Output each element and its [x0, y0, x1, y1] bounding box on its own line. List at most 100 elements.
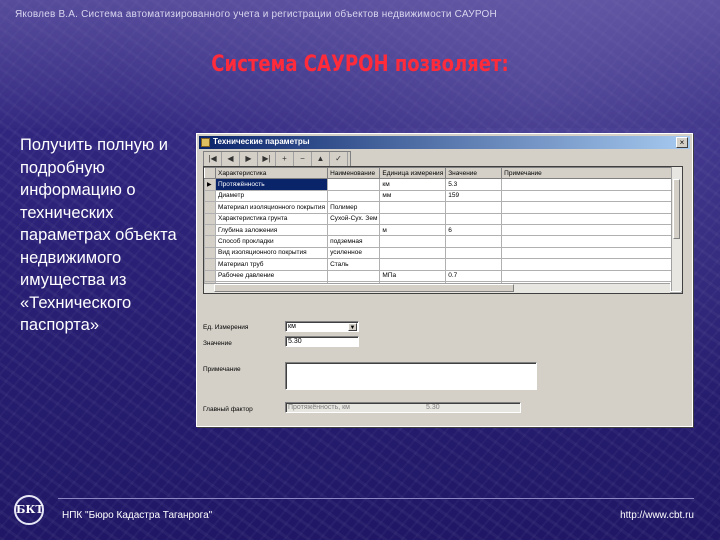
grid-cell[interactable]	[501, 212, 682, 225]
table-row[interactable]: Глубина заложения м 6	[204, 223, 682, 237]
window-app-icon	[201, 138, 210, 147]
grid-cell[interactable]	[501, 201, 682, 214]
table-row[interactable]: Характеристика грунта Сухой-Сух. Зем	[204, 212, 682, 225]
nav-last-button[interactable]: ▶|	[258, 152, 276, 166]
grid-cell[interactable]	[379, 258, 447, 271]
grid-cell[interactable]: Рабочее давление	[214, 269, 329, 282]
nav-next-button[interactable]: ▶	[240, 152, 258, 166]
grid-vertical-scrollbar[interactable]	[671, 167, 682, 291]
grid-cell[interactable]	[445, 201, 503, 214]
grid-cell[interactable]: Вид изоляционного покрытия	[214, 246, 329, 260]
grid-cell[interactable]	[445, 212, 503, 225]
grid-cell[interactable]	[501, 269, 682, 282]
nav-first-button[interactable]: |◀	[204, 152, 222, 166]
grid-cell[interactable]: 0.7	[445, 269, 503, 282]
grid-cell[interactable]: Материал изоляционного покрытия	[214, 201, 329, 214]
window-titlebar[interactable]: Технические параметры ×	[199, 136, 690, 149]
close-button[interactable]: ×	[676, 137, 688, 148]
table-row[interactable]: Материал изоляционного покрытия Полимер	[204, 201, 682, 214]
grid-cell[interactable]	[501, 223, 682, 237]
window-title: Технические параметры	[213, 137, 310, 146]
scroll-thumb[interactable]	[673, 179, 680, 239]
grid-cell[interactable]	[501, 235, 682, 248]
grid-cell[interactable]	[327, 189, 381, 203]
grid-cell[interactable]	[501, 258, 682, 271]
grid-cell[interactable]	[501, 178, 682, 191]
nav-post-button[interactable]: ✓	[330, 152, 348, 166]
table-row[interactable]: Материал труб Сталь	[204, 258, 682, 271]
table-row[interactable]: Вид изоляционного покрытия усиленное	[204, 246, 682, 260]
quantity-field[interactable]: 5.30	[285, 336, 359, 347]
grid-cell[interactable]	[379, 201, 447, 214]
grid-header-cell[interactable]: Наименование	[327, 167, 381, 180]
grid-cell[interactable]: Сталь	[327, 258, 381, 271]
grid-cell[interactable]: 159	[445, 189, 503, 203]
header-author-line: Яковлев В.А. Система автоматизированного…	[15, 9, 497, 20]
grid-cell[interactable]: усиленное	[327, 246, 381, 260]
nav-insert-button[interactable]: +	[276, 152, 294, 166]
footer-url-link[interactable]: http://www.cbt.ru	[600, 510, 694, 521]
params-grid[interactable]: Характеристика Наименование Единица изме…	[203, 166, 683, 294]
grid-cell[interactable]	[327, 269, 381, 282]
grid-cell[interactable]: 6	[445, 223, 503, 237]
grid-cell[interactable]	[379, 235, 447, 248]
extra-field[interactable]: Протяжённость, км 5.30	[285, 402, 521, 413]
table-row[interactable]: Способ прокладки подземная	[204, 235, 682, 248]
grid-cell[interactable]	[501, 189, 682, 203]
nav-prior-button[interactable]: ◀	[222, 152, 240, 166]
table-row[interactable]: Рабочее давление МПа 0.7	[204, 269, 682, 282]
table-row[interactable]: ▶ Протяжённость км 5.3	[204, 178, 682, 191]
row-indicator[interactable]	[204, 235, 216, 248]
grid-cell[interactable]	[501, 246, 682, 260]
nav-edit-button[interactable]: ▲	[312, 152, 330, 166]
grid-cell[interactable]: Полимер	[327, 201, 381, 214]
grid-cell[interactable]	[379, 212, 447, 225]
grid-header-cell[interactable]: Примечание	[501, 167, 682, 180]
grid-cell[interactable]: МПа	[379, 269, 447, 282]
grid-cell[interactable]: мм	[379, 189, 447, 203]
grid-corner	[204, 167, 216, 180]
grid-header-cell[interactable]: Характеристика	[214, 167, 329, 180]
grid-cell[interactable]	[445, 246, 503, 260]
row-indicator[interactable]	[204, 246, 216, 260]
row-indicator[interactable]	[204, 258, 216, 271]
row-indicator[interactable]	[204, 223, 216, 237]
grid-cell[interactable]	[445, 235, 503, 248]
scroll-thumb[interactable]	[214, 284, 514, 292]
grid-cell[interactable]	[327, 178, 381, 191]
nav-delete-button[interactable]: −	[294, 152, 312, 166]
grid-cell[interactable]: Материал труб	[214, 258, 329, 271]
extra-label: Главный фактор	[203, 406, 253, 413]
unit-select[interactable]: км ▼	[285, 321, 359, 332]
grid-cell[interactable]: Сухой-Сух. Зем	[327, 212, 381, 225]
logo-text: БКТ	[16, 503, 44, 516]
extra-value-number: 5.30	[426, 404, 440, 411]
grid-header-cell[interactable]: Единица измерения	[379, 167, 447, 180]
grid-cell[interactable]: подземная	[327, 235, 381, 248]
grid-cell[interactable]	[445, 258, 503, 271]
grid-cell[interactable]: Характеристика грунта	[214, 212, 329, 225]
grid-header-cell[interactable]: Значение	[445, 167, 503, 180]
grid-cell[interactable]: Протяжённость	[214, 178, 329, 191]
row-indicator[interactable]	[204, 269, 216, 282]
row-indicator[interactable]	[204, 212, 216, 225]
grid-cell[interactable]: км	[379, 178, 447, 191]
grid-cell[interactable]: Способ прокладки	[214, 235, 329, 248]
grid-cell[interactable]	[327, 223, 381, 237]
grid-cell[interactable]: Диаметр	[214, 189, 329, 203]
chevron-down-icon[interactable]: ▼	[348, 323, 357, 331]
row-indicator[interactable]: ▶	[204, 178, 216, 191]
description-text: Получить полную и подробную информацию о…	[20, 136, 177, 334]
grid-cell[interactable]: 5.3	[445, 178, 503, 191]
row-indicator[interactable]	[204, 189, 216, 203]
record-navigator: |◀ ◀ ▶ ▶| + − ▲ ✓	[203, 151, 351, 167]
grid-horizontal-scrollbar[interactable]	[204, 283, 670, 293]
footer-divider	[58, 498, 694, 499]
row-indicator[interactable]	[204, 201, 216, 214]
grid-cell[interactable]	[379, 246, 447, 260]
grid-cell[interactable]: Глубина заложения	[214, 223, 329, 237]
grid-cell[interactable]: м	[379, 223, 447, 237]
note-textarea[interactable]	[285, 362, 537, 390]
tech-params-window: Технические параметры × |◀ ◀ ▶ ▶| + − ▲ …	[196, 133, 693, 427]
table-row[interactable]: Диаметр мм 159	[204, 189, 682, 203]
